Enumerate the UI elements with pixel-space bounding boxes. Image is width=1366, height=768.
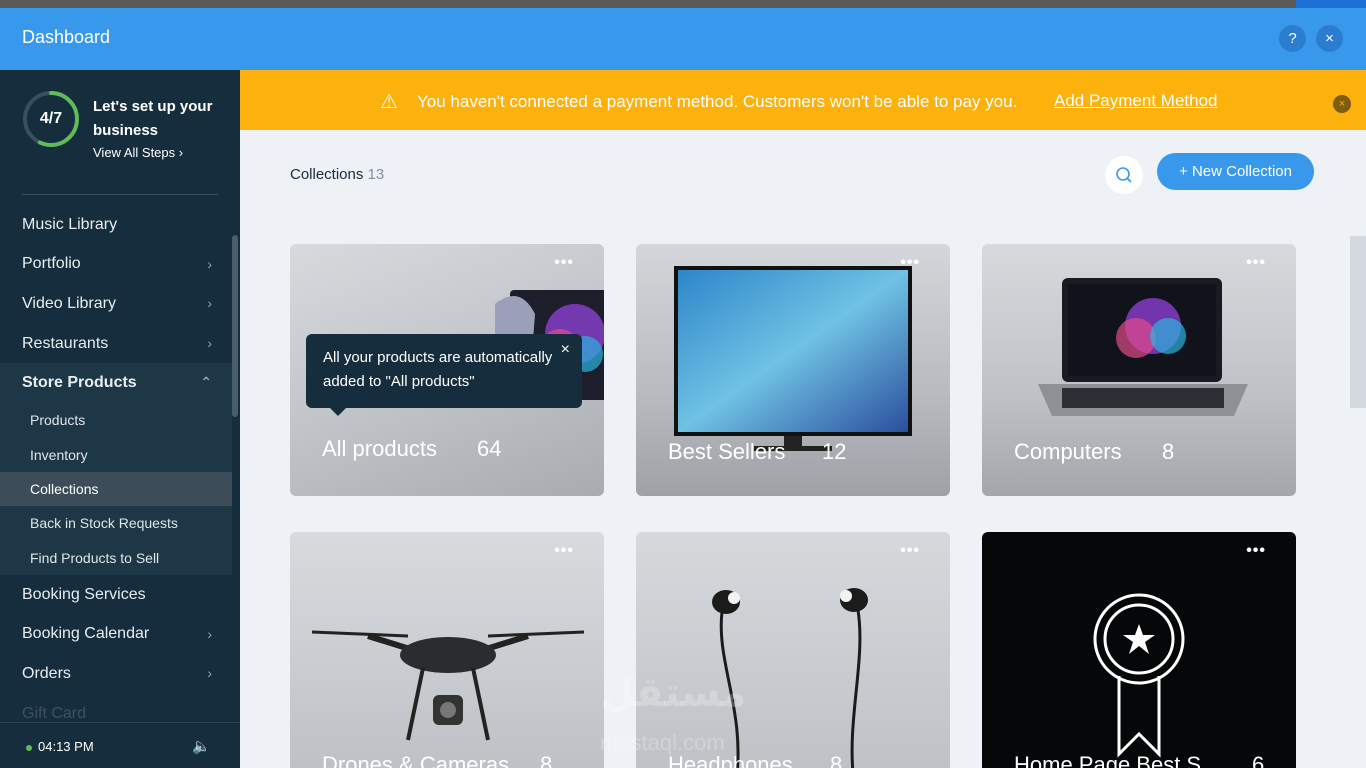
- sidebar-item-restaurants[interactable]: Restaurants ›: [0, 324, 232, 364]
- window-title: Dashboard: [22, 27, 111, 47]
- sidebar-footer: 04:13 PM 🔈: [0, 722, 240, 768]
- collections-page: Collections 13 + New Collection ••• All …: [240, 130, 1366, 768]
- search-button[interactable]: [1105, 156, 1143, 194]
- drone-image: [311, 630, 585, 741]
- collection-count: 8: [830, 752, 843, 768]
- collection-card-home-page-best-sellers[interactable]: ••• Home Page Best S... 6: [982, 532, 1296, 768]
- watermark-logo: مستقل: [600, 671, 747, 715]
- store-products-submenu: Products Inventory Collections Back in S…: [0, 402, 232, 575]
- view-all-steps-link[interactable]: View All Steps ›: [93, 145, 183, 160]
- card-menu-icon[interactable]: •••: [900, 542, 920, 560]
- window-header: Dashboard ? ×: [0, 8, 1366, 70]
- collection-count: 8: [540, 752, 553, 768]
- clock-time: 04:13 PM: [38, 739, 94, 754]
- sidebar-item-label: Gift Card: [22, 704, 87, 722]
- speaker-icon[interactable]: 🔈: [192, 737, 211, 755]
- sidebar-item-booking-services[interactable]: Booking Services: [0, 575, 232, 615]
- sidebar-item-video-library[interactable]: Video Library ›: [0, 284, 232, 324]
- card-menu-icon[interactable]: •••: [554, 254, 574, 272]
- collection-name: Best Sellers: [668, 439, 786, 464]
- sidebar-scrollbar[interactable]: [232, 235, 238, 417]
- collection-card-computers[interactable]: ••• Computers 8: [982, 244, 1296, 496]
- collection-card-best-sellers[interactable]: ••• Best Sellers 12: [636, 244, 950, 496]
- award-ribbon-icon: [1093, 593, 1185, 758]
- close-window-button[interactable]: ×: [1316, 25, 1343, 52]
- sidebar-subitem-collections[interactable]: Collections: [0, 471, 232, 507]
- sidebar-divider: [22, 194, 218, 195]
- setup-title: Let's set up your business: [93, 98, 213, 139]
- chevron-right-icon: ›: [207, 255, 212, 272]
- new-collection-button[interactable]: + New Collection: [1157, 153, 1314, 190]
- window-top-strip: [0, 0, 1366, 8]
- sidebar-item-store-products[interactable]: Store Products ⌃: [0, 363, 232, 403]
- chevron-right-icon: ›: [207, 295, 212, 312]
- banner-message: You haven't connected a payment method. …: [417, 92, 1018, 111]
- chevron-right-icon: ›: [207, 625, 212, 642]
- collections-count: 13: [367, 166, 385, 183]
- sidebar-item-label: Restaurants: [22, 334, 109, 352]
- progress-label: 4/7: [39, 110, 63, 127]
- sidebar-subitem-inventory[interactable]: Inventory: [0, 437, 232, 471]
- sidebar-item-label: Orders: [22, 664, 71, 682]
- tooltip-arrow: [330, 408, 346, 416]
- search-icon: [1116, 167, 1132, 183]
- online-status-dot: [26, 745, 32, 751]
- collection-name: Home Page Best S...: [1014, 752, 1220, 768]
- chevron-right-icon: ›: [207, 334, 212, 351]
- collection-name: All products: [322, 436, 437, 461]
- tooltip-close-button[interactable]: ×: [561, 338, 570, 362]
- payment-warning-banner: ⚠ You haven't connected a payment method…: [240, 70, 1366, 130]
- sidebar-item-orders[interactable]: Orders ›: [0, 654, 232, 694]
- banner-close-button[interactable]: ×: [1333, 95, 1351, 113]
- card-menu-icon[interactable]: •••: [1246, 254, 1266, 272]
- dashboard-window: Dashboard ? × 4/7 Let's set up your busi…: [0, 8, 1366, 768]
- content-scrollbar[interactable]: [1350, 236, 1366, 408]
- top-strip-accent: [1296, 0, 1366, 8]
- sidebar-nav: Music Library Portfolio › Video Library › …: [0, 205, 232, 733]
- sidebar-item-booking-calendar[interactable]: Booking Calendar ›: [0, 615, 232, 655]
- collection-count: 12: [822, 439, 847, 464]
- collection-card-drones-cameras[interactable]: ••• Drones & Cameras 8: [290, 532, 604, 768]
- collection-count: 8: [1162, 439, 1175, 464]
- tv-image: [674, 266, 912, 451]
- sidebar-subitem-back-in-stock[interactable]: Back in Stock Requests: [0, 506, 232, 540]
- sidebar-item-label: Video Library: [22, 294, 116, 312]
- collection-name: Computers: [1014, 439, 1122, 464]
- sidebar-item-label: Booking Services: [22, 585, 146, 603]
- tooltip-text: All your products are automatically adde…: [323, 349, 553, 390]
- sidebar-item-label: Store Products: [22, 374, 137, 392]
- sidebar-item-portfolio[interactable]: Portfolio ›: [0, 245, 232, 285]
- chevron-up-icon: ⌃: [200, 374, 212, 391]
- help-button[interactable]: ?: [1279, 25, 1306, 52]
- all-products-tooltip: All your products are automatically adde…: [306, 334, 582, 416]
- sidebar-item-music-library[interactable]: Music Library: [0, 205, 232, 245]
- laptop-image: [1038, 278, 1248, 416]
- sidebar-subitem-find-products[interactable]: Find Products to Sell: [0, 541, 232, 575]
- card-menu-icon[interactable]: •••: [554, 542, 574, 560]
- collection-count: 64: [477, 436, 502, 461]
- collection-count: 6: [1252, 752, 1265, 768]
- sidebar-subitem-products[interactable]: Products: [0, 403, 232, 437]
- card-menu-icon[interactable]: •••: [900, 254, 920, 272]
- add-payment-method-link[interactable]: Add Payment Method: [1054, 91, 1217, 111]
- sidebar: 4/7 Let's set up your business View All …: [0, 70, 240, 768]
- card-menu-icon[interactable]: •••: [1246, 542, 1266, 560]
- sidebar-item-label: Music Library: [22, 215, 118, 233]
- page-title: Collections 13: [290, 166, 384, 183]
- sidebar-item-label: Portfolio: [22, 255, 81, 273]
- watermark-url: mostaql.com: [600, 730, 725, 755]
- chevron-right-icon: ›: [207, 665, 212, 682]
- collections-title: Collections: [290, 166, 364, 183]
- collection-name: Drones & Cameras: [322, 752, 510, 768]
- warning-icon: ⚠: [380, 91, 398, 113]
- setup-progress-panel[interactable]: 4/7 Let's set up your business View All …: [0, 70, 240, 194]
- sidebar-item-label: Booking Calendar: [22, 625, 150, 643]
